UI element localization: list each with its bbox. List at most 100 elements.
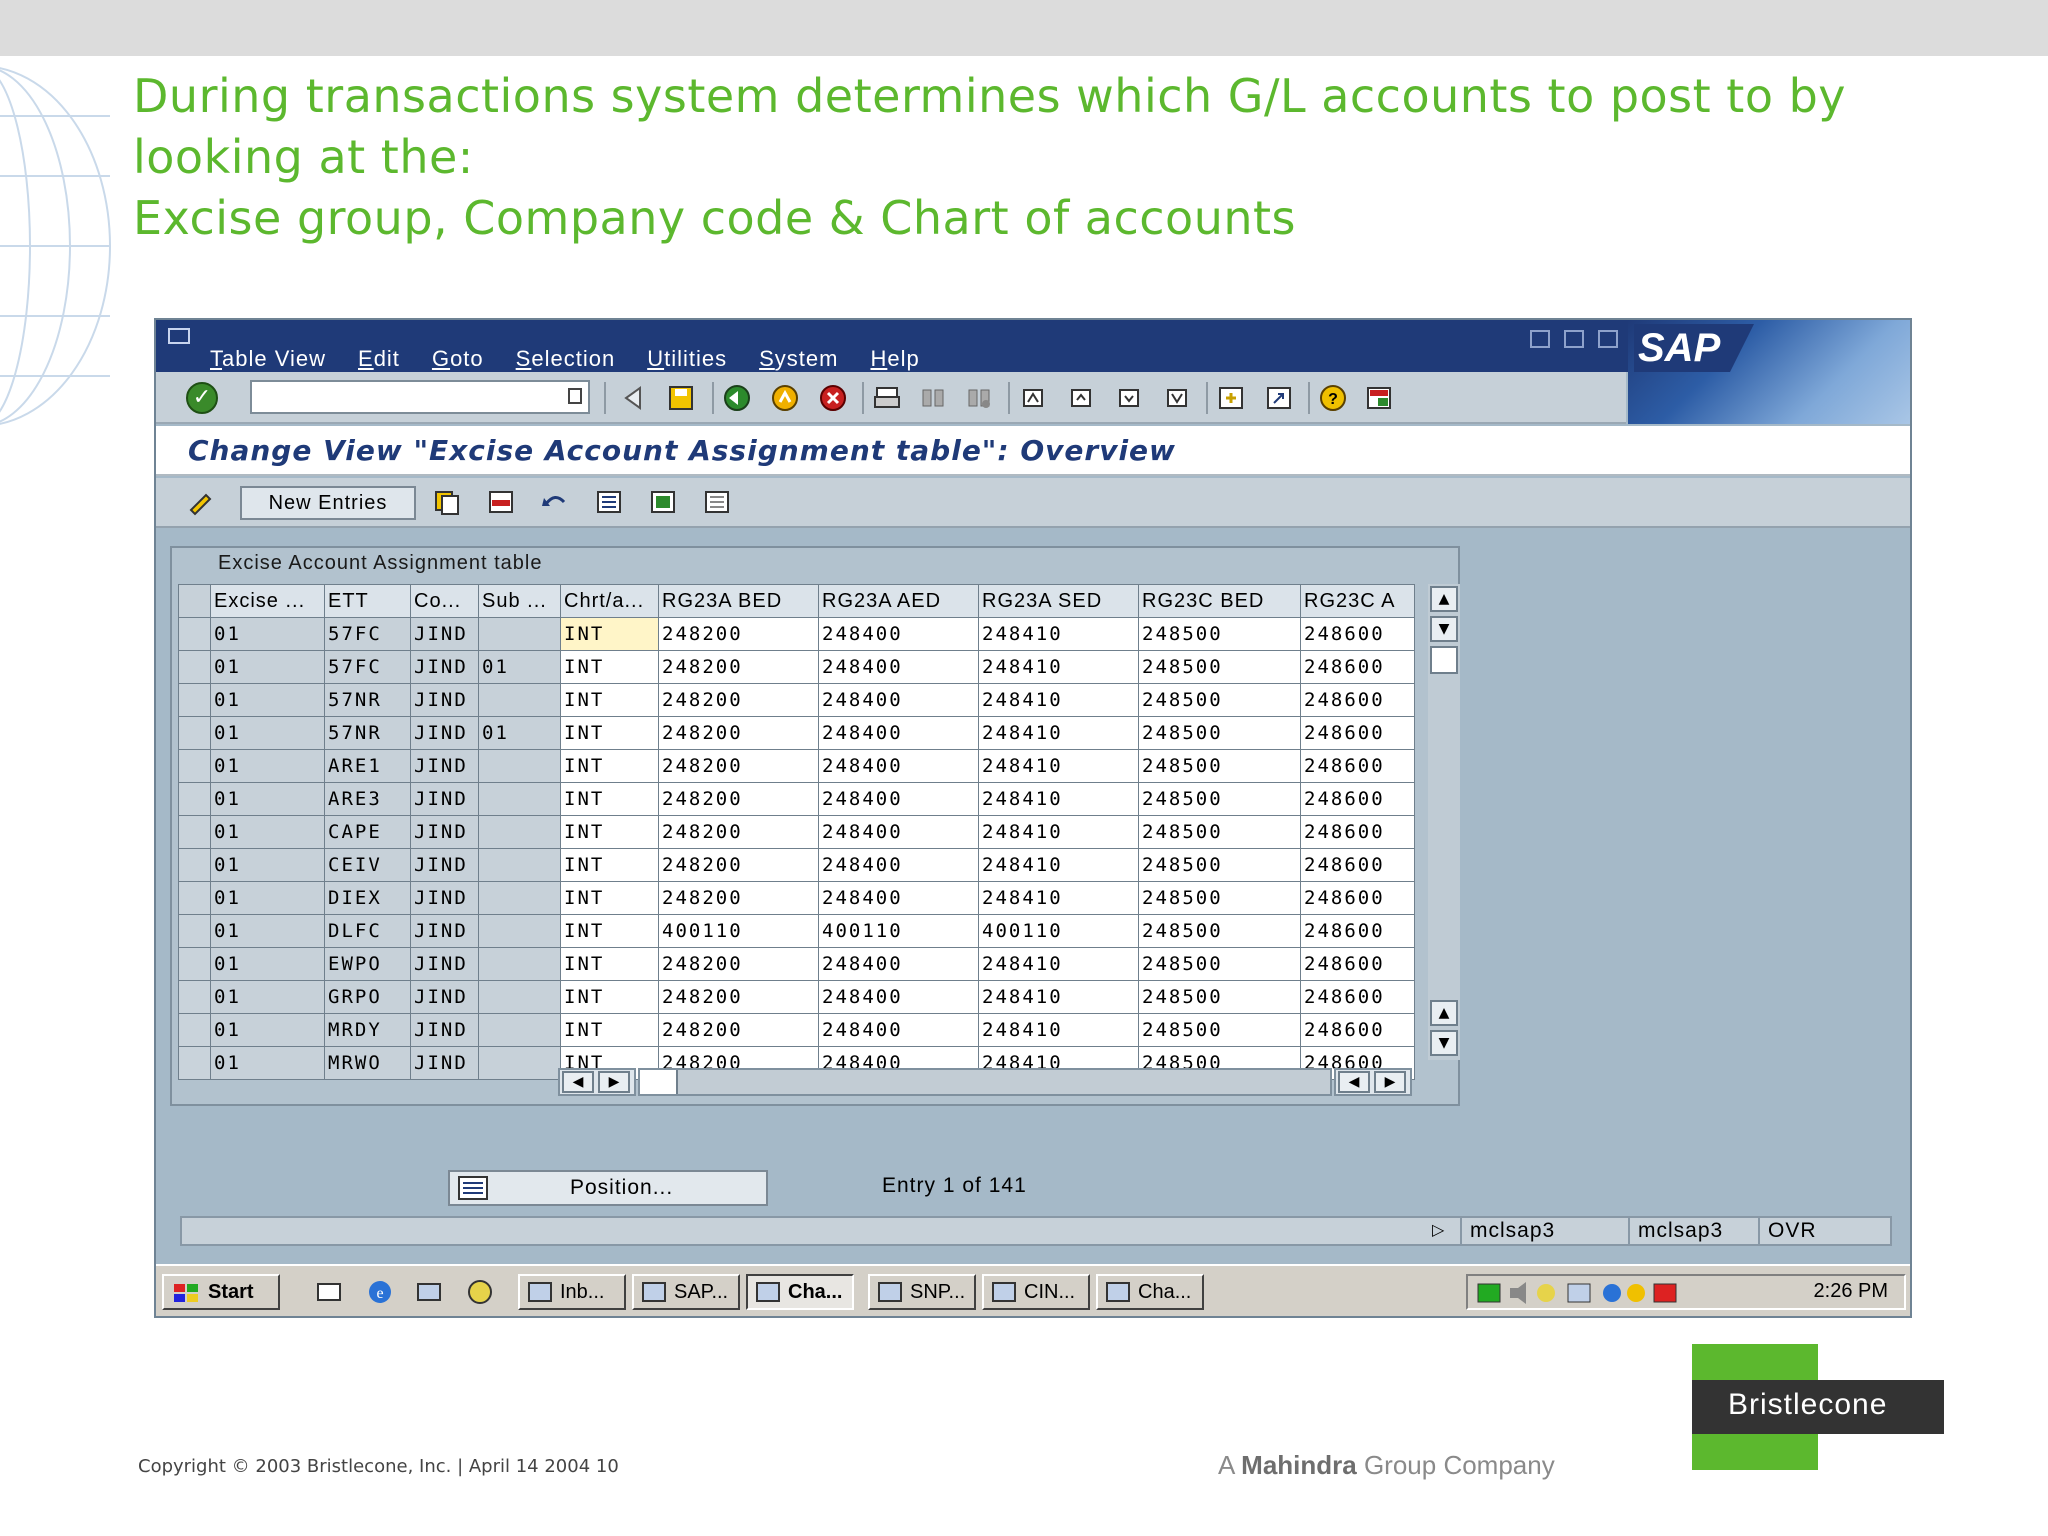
scroll-left-icon[interactable]: ◀ xyxy=(562,1071,594,1093)
taskbar-task-cin[interactable]: CIN... xyxy=(982,1274,1090,1310)
column-header-excise-group[interactable]: Excise ... xyxy=(210,584,325,618)
cell-rg23a-sed[interactable]: 248410 xyxy=(978,650,1139,684)
scroll-columns-left-icon[interactable]: ◀ xyxy=(1338,1071,1370,1093)
cell-chart-of-accounts[interactable]: INT xyxy=(560,683,659,717)
cell-rg23c-bed[interactable]: 248500 xyxy=(1138,848,1301,882)
cell-rg23c-aed[interactable]: 248600 xyxy=(1300,683,1415,717)
layout-menu-icon[interactable] xyxy=(1364,384,1394,412)
cell-rg23c-bed[interactable]: 248500 xyxy=(1138,947,1301,981)
enter-check-icon[interactable]: ✓ xyxy=(186,382,218,414)
taskbar-task-change-view[interactable]: Cha... xyxy=(746,1274,854,1310)
menu-goto[interactable]: Goto xyxy=(432,346,484,372)
row-selector[interactable] xyxy=(178,749,211,783)
column-header-sub-transaction[interactable]: Sub ... xyxy=(478,584,561,618)
copy-as-icon[interactable] xyxy=(432,488,462,516)
cell-chart-of-accounts[interactable]: INT xyxy=(560,650,659,684)
print-icon[interactable] xyxy=(872,384,902,412)
row-selector[interactable] xyxy=(178,650,211,684)
cell-rg23c-aed[interactable]: 248600 xyxy=(1300,947,1415,981)
sap-logon-icon[interactable] xyxy=(416,1280,444,1304)
cell-rg23a-sed[interactable]: 248410 xyxy=(978,980,1139,1014)
row-selector[interactable] xyxy=(178,980,211,1014)
cell-rg23c-bed[interactable]: 248500 xyxy=(1138,650,1301,684)
cell-rg23c-bed[interactable]: 248500 xyxy=(1138,980,1301,1014)
menu-utilities[interactable]: Utilities xyxy=(647,346,727,372)
start-button[interactable]: Start xyxy=(162,1274,280,1310)
tray-icons[interactable] xyxy=(1476,1280,1706,1306)
cell-rg23c-bed[interactable]: 248500 xyxy=(1138,683,1301,717)
cell-rg23c-aed[interactable]: 248600 xyxy=(1300,782,1415,816)
menu-system[interactable]: System xyxy=(759,346,838,372)
cell-rg23a-aed[interactable]: 248400 xyxy=(818,683,979,717)
cell-rg23a-bed[interactable]: 248200 xyxy=(658,683,819,717)
cell-rg23a-sed[interactable]: 248410 xyxy=(978,683,1139,717)
taskbar-task-change[interactable]: Cha... xyxy=(1096,1274,1204,1310)
cell-rg23c-bed[interactable]: 248500 xyxy=(1138,881,1301,915)
column-header-rg23c-aed[interactable]: RG23C A xyxy=(1300,584,1415,618)
help-icon[interactable]: ? xyxy=(1318,384,1348,412)
cell-rg23a-bed[interactable]: 248200 xyxy=(658,617,819,651)
cell-rg23c-aed[interactable]: 248600 xyxy=(1300,815,1415,849)
cell-rg23a-sed[interactable]: 400110 xyxy=(978,914,1139,948)
scroll-columns-right-icon[interactable]: ▶ xyxy=(1374,1071,1406,1093)
cell-rg23c-bed[interactable]: 248500 xyxy=(1138,782,1301,816)
row-selector[interactable] xyxy=(178,617,211,651)
cell-rg23c-aed[interactable]: 248600 xyxy=(1300,881,1415,915)
horizontal-scrollbar[interactable] xyxy=(638,1068,1332,1096)
cell-rg23c-bed[interactable]: 248500 xyxy=(1138,716,1301,750)
cell-rg23a-aed[interactable]: 248400 xyxy=(818,947,979,981)
cell-chart-of-accounts[interactable]: INT xyxy=(560,1013,659,1047)
cell-chart-of-accounts[interactable]: INT xyxy=(560,617,659,651)
row-selector[interactable] xyxy=(178,914,211,948)
column-header-rg23a-bed[interactable]: RG23A BED xyxy=(658,584,819,618)
cell-chart-of-accounts[interactable]: INT xyxy=(560,782,659,816)
row-selector[interactable] xyxy=(178,683,211,717)
scroll-up-icon[interactable]: ▲ xyxy=(1430,586,1458,612)
outlook-icon[interactable] xyxy=(466,1278,494,1306)
cell-rg23a-aed[interactable]: 248400 xyxy=(818,848,979,882)
menu-table-view[interactable]: Table View xyxy=(210,346,326,372)
maximize-icon[interactable] xyxy=(1564,330,1584,348)
status-expand-icon[interactable]: ▷ xyxy=(1432,1220,1444,1239)
cell-rg23a-bed[interactable]: 248200 xyxy=(658,881,819,915)
row-selector[interactable] xyxy=(178,1046,211,1080)
cell-chart-of-accounts[interactable]: INT xyxy=(560,881,659,915)
menu-selection[interactable]: Selection xyxy=(516,346,616,372)
delete-icon[interactable] xyxy=(486,488,516,516)
position-button[interactable]: Position... xyxy=(448,1170,768,1206)
select-all-cell[interactable] xyxy=(178,584,211,618)
cell-rg23a-bed[interactable]: 248200 xyxy=(658,848,819,882)
last-page-icon[interactable] xyxy=(1162,384,1192,412)
command-field[interactable] xyxy=(250,380,590,414)
cell-chart-of-accounts[interactable]: INT xyxy=(560,815,659,849)
cell-rg23c-bed[interactable]: 248500 xyxy=(1138,815,1301,849)
back-triangle-icon[interactable] xyxy=(618,384,648,412)
row-selector[interactable] xyxy=(178,848,211,882)
command-history-icon[interactable] xyxy=(568,388,582,404)
cell-rg23a-bed[interactable]: 248200 xyxy=(658,980,819,1014)
new-entries-button[interactable]: New Entries xyxy=(240,486,416,520)
save-icon[interactable] xyxy=(666,384,696,412)
create-session-icon[interactable] xyxy=(1216,384,1246,412)
cell-rg23c-aed[interactable]: 248600 xyxy=(1300,848,1415,882)
scroll-right-icon[interactable]: ▶ xyxy=(598,1071,630,1093)
cell-chart-of-accounts[interactable]: INT xyxy=(560,980,659,1014)
table-row[interactable]: 01 57NR JIND INT 248200 248400 248410 248500 248… xyxy=(178,683,1415,717)
column-header-rg23c-bed[interactable]: RG23C BED xyxy=(1138,584,1301,618)
scroll-down-icon[interactable]: ▼ xyxy=(1430,616,1458,642)
first-page-icon[interactable] xyxy=(1018,384,1048,412)
cell-rg23a-aed[interactable]: 400110 xyxy=(818,914,979,948)
cell-rg23c-aed[interactable]: 248600 xyxy=(1300,749,1415,783)
table-row[interactable]: 01 57FC JIND 01 INT 248200 248400 248410 248500 2… xyxy=(178,650,1415,684)
cell-rg23a-aed[interactable]: 248400 xyxy=(818,749,979,783)
table-row[interactable]: 01 EWPO JIND INT 248200 248400 248410 248500 248… xyxy=(178,947,1415,981)
cell-rg23c-aed[interactable]: 248600 xyxy=(1300,716,1415,750)
cell-rg23c-aed[interactable]: 248600 xyxy=(1300,980,1415,1014)
vertical-scrollbar[interactable]: ▲ ▼ ▲ ▼ xyxy=(1428,584,1460,1060)
row-selector[interactable] xyxy=(178,782,211,816)
cell-rg23a-sed[interactable]: 248410 xyxy=(978,848,1139,882)
scroll-page-down-icon[interactable]: ▼ xyxy=(1430,1030,1458,1056)
cell-rg23a-aed[interactable]: 248400 xyxy=(818,617,979,651)
row-selector[interactable] xyxy=(178,716,211,750)
display-change-icon[interactable] xyxy=(186,488,216,516)
